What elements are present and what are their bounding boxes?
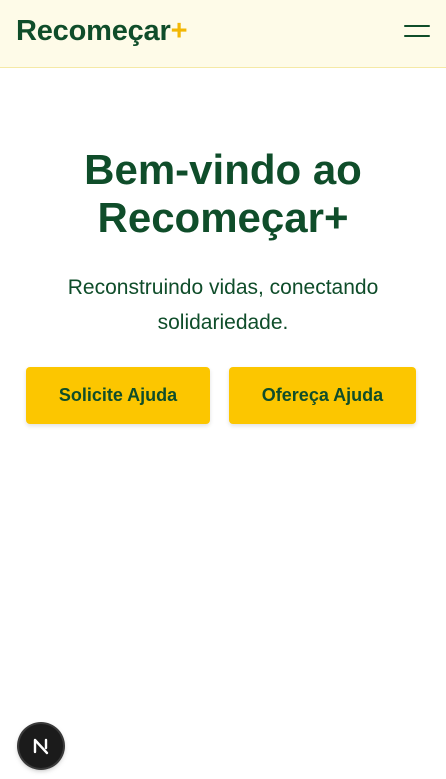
hero-title: Bem-vindo ao Recomeçar+ [0,146,446,242]
hero-subtitle-line2: solidariedade. [157,311,289,334]
brand-logo-plus: + [170,15,188,47]
brand-logo-text: Recomeçar [16,15,171,47]
hamburger-menu-icon[interactable] [404,20,432,42]
brand-logo[interactable]: Recomeçar+ [16,13,188,49]
hero-subtitle-line1: Reconstruindo vidas, conectando [67,276,379,299]
offer-help-button[interactable]: Ofereça Ajuda [229,367,416,424]
hero-title-line1: Bem-vindo ao [84,146,362,193]
page: Recomeçar+ Bem-vindo ao Recomeçar+ Recon… [0,0,446,779]
request-help-button[interactable]: Solicite Ajuda [26,367,210,424]
top-navbar: Recomeçar+ [0,0,446,68]
menu-line-top [404,25,430,27]
nextjs-dev-badge[interactable] [19,724,63,768]
hero-subtitle: Reconstruindo vidas, conectando solidari… [50,270,396,340]
hero-title-line2: Recomeçar+ [97,194,349,241]
menu-line-bottom [404,35,430,37]
nextjs-logo-icon [33,738,49,755]
